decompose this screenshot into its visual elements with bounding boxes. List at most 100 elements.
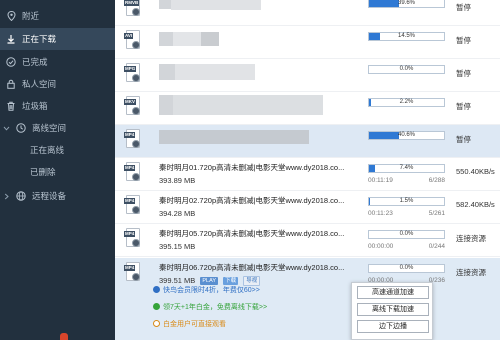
progress-bar: 14.5% — [368, 32, 445, 41]
download-row[interactable]: AVI 14.5% 暂停 — [115, 26, 500, 59]
pixelated-text — [171, 0, 261, 10]
video-file-icon: RMVB — [124, 0, 141, 17]
file-name: 秦时明月02.720p高清未删减|电影天堂www.dy2018.co... — [159, 196, 345, 205]
promo-text: 快鸟会员限时4折，年费仅60>> — [163, 287, 260, 294]
sidebar-item-private-space[interactable]: 私人空间 — [0, 73, 115, 95]
video-file-icon: MPG — [124, 63, 141, 83]
sidebar: 附近 正在下载 已完成 私人空间 垃圾箱 离线空间 正在离线 已删除 远程设备 — [0, 0, 115, 340]
download-row-selected[interactable]: MP4 秦时明月06.720p高清未删减|电影天堂www.dy2018.co..… — [115, 258, 500, 340]
video-file-icon: MP4 — [124, 129, 141, 149]
download-speed: 582.40KB/s — [456, 200, 495, 209]
pixelated-text — [173, 32, 201, 46]
circle-icon — [153, 320, 160, 327]
notification-badge — [60, 333, 68, 340]
sidebar-item-nearby[interactable]: 附近 — [0, 5, 115, 27]
elapsed-time: 00:00:00 — [368, 243, 394, 250]
sidebar-item-offline-space[interactable]: 离线空间 — [0, 117, 115, 139]
play-while-downloading-button[interactable]: 边下边播 — [357, 320, 429, 333]
status-text: 暂停 — [456, 36, 471, 45]
piece-count: 0/244 — [428, 243, 445, 250]
sidebar-item-label: 附近 — [22, 11, 40, 21]
progress-bar: 40.6% — [368, 131, 445, 140]
download-row[interactable]: MP4 秦时明月01.720p高清未删减|电影天堂www.dy2018.co..… — [115, 158, 500, 191]
globe-icon — [16, 191, 26, 201]
pixelated-text — [175, 64, 255, 80]
download-arrow-icon — [6, 34, 16, 44]
sidebar-item-label: 垃圾箱 — [22, 101, 48, 111]
sidebar-item-completed[interactable]: 已完成 — [0, 51, 115, 73]
download-speed: 550.40KB/s — [456, 167, 495, 176]
file-name: 秦时明月05.720p高清未删减|电影天堂www.dy2018.co... — [159, 229, 345, 238]
sidebar-item-offline-running[interactable]: 正在离线 — [0, 139, 115, 161]
sidebar-item-label: 远程设备 — [32, 191, 67, 201]
file-size: 395.15 MB — [159, 242, 196, 251]
progress-bar: 39.6% — [368, 0, 445, 8]
video-file-icon: MP4 — [124, 195, 141, 215]
sidebar-item-label: 正在离线 — [30, 145, 65, 155]
download-row[interactable]: RMVB 39.6% 暂停 — [115, 0, 500, 26]
download-row[interactable]: MP4 40.6% 暂停 — [115, 125, 500, 158]
download-chip[interactable]: 下载 — [223, 277, 239, 286]
acceleration-popup: 高速通道加速 离线下载加速 边下边播 — [351, 282, 433, 340]
pixelated-text — [159, 0, 171, 9]
video-file-icon: MKV — [124, 96, 141, 116]
high-speed-channel-button[interactable]: 高速通道加速 — [357, 286, 429, 299]
download-row[interactable]: MP4 秦时明月05.720p高清未删减|电影天堂www.dy2018.co..… — [115, 224, 500, 257]
cloud-icon — [16, 123, 26, 133]
progress-bar: 2.2% — [368, 98, 445, 107]
download-list: RMVB 39.6% 暂停 AVI 14.5% 暂停 MPG 0.0% 暂停 M… — [115, 0, 500, 340]
download-row[interactable]: MKV 2.2% 暂停 — [115, 92, 500, 125]
elapsed-time: 00:11:23 — [368, 210, 393, 217]
promo-vip-link[interactable]: 快鸟会员限时4折，年费仅60>> — [153, 285, 260, 295]
status-text: 暂停 — [456, 69, 471, 78]
pixelated-text — [159, 64, 175, 80]
promo-text: 白金用户可直接观看 — [163, 321, 226, 328]
piece-count: 5/261 — [428, 210, 445, 217]
status-text: 连接资源 — [456, 234, 486, 243]
sidebar-item-label: 离线空间 — [32, 123, 67, 133]
promo-platinum-link[interactable]: 领7天+1年白金，免费离线下载>> — [153, 302, 267, 312]
pixelated-text — [173, 95, 323, 115]
progress-bar: 0.0% — [368, 230, 445, 239]
trash-icon — [6, 101, 16, 111]
progress-bar: 1.5% — [368, 197, 445, 206]
lightning-icon — [153, 286, 160, 293]
video-file-icon: MP4 — [124, 262, 141, 282]
play-chip[interactable]: PLAY — [200, 277, 219, 286]
file-name: 秦时明月06.720p高清未删减|电影天堂www.dy2018.co... — [159, 263, 345, 272]
sidebar-item-label: 已删除 — [30, 167, 56, 177]
file-size: 394.28 MB — [159, 209, 196, 218]
pixelated-text — [159, 32, 173, 46]
promo-watch-link[interactable]: 白金用户可直接观看 — [153, 319, 226, 329]
chevron-down-icon — [2, 123, 10, 133]
sidebar-item-downloading[interactable]: 正在下载 — [0, 28, 115, 50]
lock-icon — [6, 79, 16, 89]
chevron-right-icon — [2, 191, 10, 201]
file-size: 393.89 MB — [159, 176, 196, 185]
sidebar-item-offline-deleted[interactable]: 已删除 — [0, 161, 115, 183]
status-text: 暂停 — [456, 3, 471, 12]
sidebar-item-label: 正在下载 — [22, 34, 57, 44]
pixelated-text — [159, 130, 309, 144]
offline-download-button[interactable]: 离线下载加速 — [357, 303, 429, 316]
sidebar-item-label: 已完成 — [22, 57, 48, 67]
download-row[interactable]: MP4 秦时明月02.720p高清未删减|电影天堂www.dy2018.co..… — [115, 191, 500, 224]
status-text: 暂停 — [456, 102, 471, 111]
gift-icon — [153, 303, 160, 310]
video-file-icon: MP4 — [124, 162, 141, 182]
sidebar-item-remote-devices[interactable]: 远程设备 — [0, 185, 115, 207]
download-row[interactable]: MPG 0.0% 暂停 — [115, 59, 500, 92]
video-file-icon: MP4 — [124, 228, 141, 248]
progress-bar: 0.0% — [368, 264, 445, 273]
file-size-value: 399.51 MB — [159, 276, 196, 285]
status-text: 暂停 — [456, 135, 471, 144]
pixelated-text — [159, 95, 173, 115]
pixelated-text — [201, 32, 219, 46]
file-name: 秦时明月01.720p高清未删减|电影天堂www.dy2018.co... — [159, 163, 345, 172]
sidebar-item-trash[interactable]: 垃圾箱 — [0, 95, 115, 117]
progress-bar: 0.0% — [368, 65, 445, 74]
location-pin-icon — [6, 11, 16, 21]
check-circle-icon — [6, 57, 16, 67]
promo-text: 领7天+1年白金，免费离线下载>> — [163, 304, 268, 311]
progress-bar: 7.4% — [368, 164, 445, 173]
